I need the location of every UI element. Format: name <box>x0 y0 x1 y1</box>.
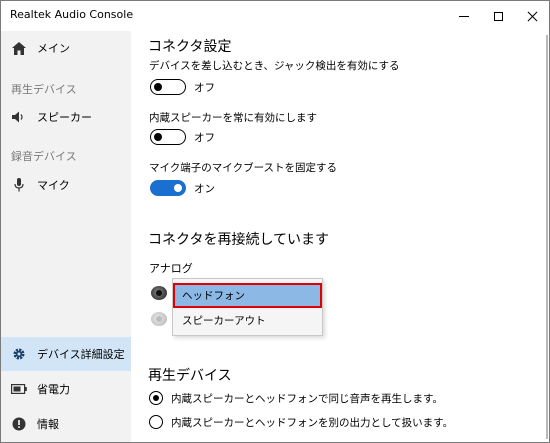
jack-detection-toggle[interactable] <box>150 79 186 95</box>
radio-same-audio-label: 内蔵スピーカーとヘッドフォンで同じ音声を再生します。 <box>171 393 443 405</box>
gear-icon <box>11 346 27 362</box>
reconnect-title: コネクタを再接続しています <box>148 232 330 248</box>
home-icon <box>11 40 27 56</box>
sidebar-item-label: メイン <box>37 42 70 55</box>
close-icon <box>527 11 538 22</box>
sidebar-item-mic[interactable]: マイク <box>1 168 131 202</box>
mic-boost-toggle[interactable] <box>150 180 186 196</box>
radio-same-audio[interactable] <box>149 391 163 405</box>
section-label-playback: 再生デバイス <box>11 83 77 96</box>
scroll-thumb[interactable] <box>546 35 548 439</box>
maximize-button[interactable] <box>481 1 515 31</box>
jack-speaker-out-icon[interactable] <box>151 311 169 327</box>
connector-type-dropdown: ヘッドフォン スピーカーアウト <box>172 278 323 336</box>
sidebar-item-label: スピーカー <box>37 111 92 124</box>
sidebar: メイン 再生デバイス スピーカー 録音デバイス マイク デバイス詳細設定 省電力… <box>1 31 131 442</box>
radio-separate-output-label: 内蔵スピーカーとヘッドフォンを別の出力として扱います。 <box>171 417 454 429</box>
title-bar: Realtek Audio Console <box>1 1 549 31</box>
dropdown-item-speaker-out[interactable]: スピーカーアウト <box>173 308 322 333</box>
microphone-icon <box>11 177 27 193</box>
playback-devices-title: 再生デバイス <box>148 368 232 384</box>
jack-headphone-icon[interactable] <box>151 285 169 301</box>
speaker-icon <box>11 109 27 125</box>
sidebar-item-label: デバイス詳細設定 <box>37 348 125 361</box>
section-label-recording: 録音デバイス <box>11 150 77 163</box>
battery-icon <box>11 381 27 397</box>
sidebar-item-label: 情報 <box>37 418 59 431</box>
maximize-icon <box>493 11 503 21</box>
info-icon <box>11 416 27 432</box>
minimize-icon <box>459 15 469 17</box>
toggle-knob <box>154 82 162 91</box>
analog-label: アナログ <box>149 262 193 275</box>
internal-speaker-label: 内蔵スピーカーを常に有効にします <box>149 112 317 124</box>
jack-detection-state: オフ <box>194 82 215 94</box>
toggle-knob <box>154 132 162 141</box>
internal-speaker-state: オフ <box>194 132 215 144</box>
sidebar-item-label: 省電力 <box>37 383 70 396</box>
sidebar-item-info[interactable]: 情報 <box>1 407 131 441</box>
content-scrollbar[interactable] <box>536 31 549 442</box>
toggle-knob <box>174 183 182 192</box>
connector-settings-title: コネクタ設定 <box>148 39 232 55</box>
sidebar-item-power[interactable]: 省電力 <box>1 372 131 406</box>
radio-separate-output[interactable] <box>149 415 163 429</box>
minimize-button[interactable] <box>447 1 481 31</box>
jack-detection-label: デバイスを差し込むとき、ジャック検出を有効にする <box>149 60 400 72</box>
close-button[interactable] <box>515 1 549 31</box>
window-title: Realtek Audio Console <box>10 8 134 21</box>
internal-speaker-toggle[interactable] <box>150 129 186 145</box>
app-window: Realtek Audio Console メイン 再生デバイス スピーカー 録… <box>0 0 550 443</box>
mic-boost-label: マイク端子のマイクブーストを固定する <box>149 162 338 174</box>
sidebar-item-main[interactable]: メイン <box>1 31 131 65</box>
sidebar-item-device-settings[interactable]: デバイス詳細設定 <box>1 337 131 371</box>
mic-boost-state: オン <box>194 183 215 195</box>
sidebar-item-label: マイク <box>37 179 70 192</box>
dropdown-item-headphone[interactable]: ヘッドフォン <box>173 283 322 308</box>
sidebar-item-speaker[interactable]: スピーカー <box>1 100 131 134</box>
